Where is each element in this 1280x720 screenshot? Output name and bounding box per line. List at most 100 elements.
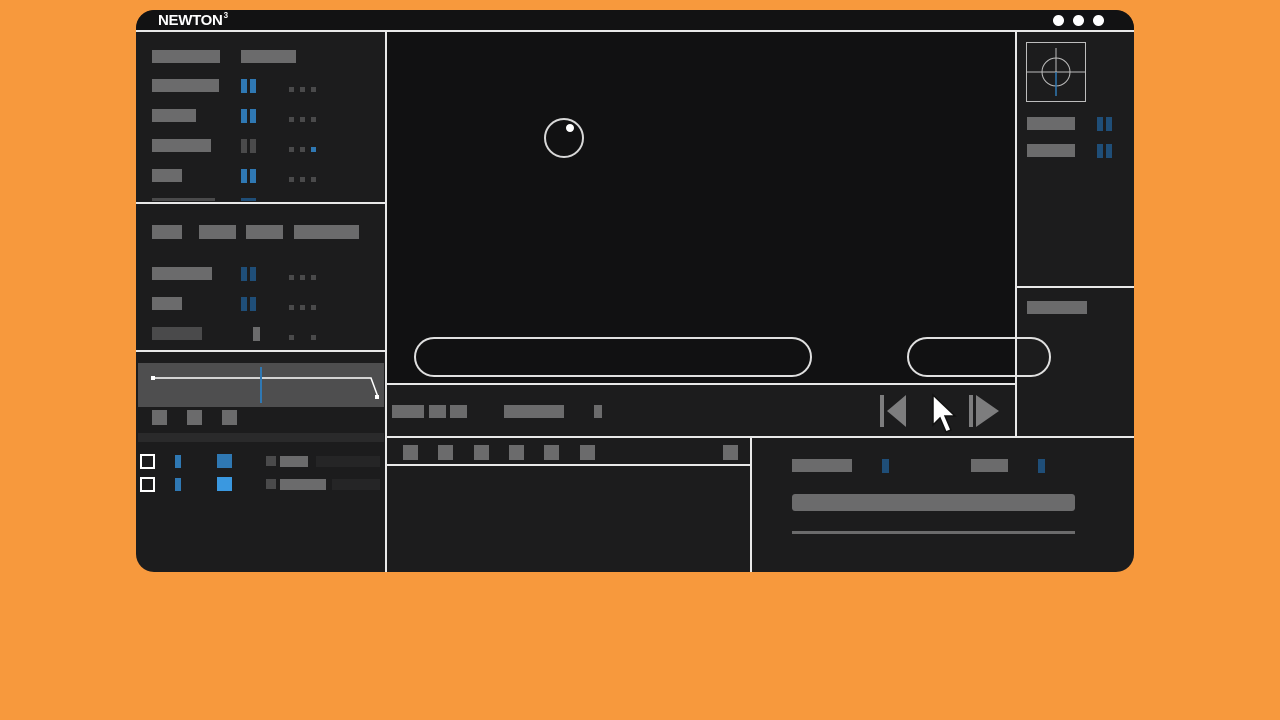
tool-button[interactable] bbox=[474, 445, 489, 460]
play-icon[interactable] bbox=[967, 393, 1001, 429]
window-dot-1[interactable] bbox=[1053, 15, 1064, 26]
app-version: 3 bbox=[223, 11, 228, 20]
stepper-dot[interactable] bbox=[289, 275, 294, 280]
stepper-dot[interactable] bbox=[289, 87, 294, 92]
layer-color-bar bbox=[175, 455, 181, 468]
stepper-dot[interactable] bbox=[300, 147, 305, 152]
prop-label-clipped bbox=[152, 198, 215, 201]
prop-value-bar[interactable] bbox=[1097, 144, 1103, 158]
status-field bbox=[504, 405, 564, 418]
prop-value-bar[interactable] bbox=[241, 297, 247, 311]
tab-item[interactable] bbox=[199, 225, 236, 239]
prop-value-bar[interactable] bbox=[250, 297, 256, 311]
status-field bbox=[392, 405, 424, 418]
right-panel-split bbox=[1017, 286, 1134, 288]
stepper-dot[interactable] bbox=[300, 87, 305, 92]
skip-back-icon[interactable] bbox=[878, 393, 910, 429]
prop-value-bar[interactable] bbox=[1106, 144, 1112, 158]
layer-name-track bbox=[332, 479, 380, 490]
prop-label bbox=[152, 297, 182, 310]
layer-name-track bbox=[316, 456, 380, 467]
prop-value-bar[interactable] bbox=[253, 327, 260, 341]
ground-platform-left[interactable] bbox=[414, 337, 812, 377]
ball-object[interactable] bbox=[544, 118, 584, 158]
bottom-left-toolbar-divider bbox=[387, 464, 752, 466]
prop-value-bar[interactable] bbox=[1038, 459, 1045, 473]
prop-value-bar[interactable] bbox=[241, 267, 247, 281]
window-dot-3[interactable] bbox=[1093, 15, 1104, 26]
prop-label bbox=[1027, 144, 1075, 157]
prop-value-bar[interactable] bbox=[241, 79, 247, 93]
prop-label bbox=[792, 459, 852, 472]
stepper-dot[interactable] bbox=[311, 117, 316, 122]
keyframe-button[interactable] bbox=[222, 410, 237, 425]
prop-value-bar[interactable] bbox=[241, 109, 247, 123]
stepper-dot[interactable] bbox=[300, 117, 305, 122]
prop-value-bar[interactable] bbox=[1106, 117, 1112, 131]
stepper-dot[interactable] bbox=[300, 305, 305, 310]
prop-value-bar[interactable] bbox=[250, 109, 256, 123]
layer-icon bbox=[266, 456, 276, 466]
stepper-dot[interactable] bbox=[311, 147, 316, 152]
ground-platform-right[interactable] bbox=[907, 337, 1051, 377]
stepper-dot[interactable] bbox=[311, 87, 316, 92]
status-field bbox=[450, 405, 467, 418]
layer-color-swatch[interactable] bbox=[217, 477, 232, 491]
layer-checkbox[interactable] bbox=[140, 477, 155, 492]
prop-value-clipped bbox=[241, 198, 256, 201]
tab-item[interactable] bbox=[294, 225, 359, 239]
tool-button[interactable] bbox=[509, 445, 524, 460]
layer-name bbox=[280, 479, 326, 490]
prop-value-bar[interactable] bbox=[250, 169, 256, 183]
tool-button[interactable] bbox=[723, 445, 738, 460]
title-bar: NEWTON3 bbox=[136, 10, 1134, 32]
target-crosshair-icon[interactable] bbox=[1026, 42, 1086, 102]
tool-button[interactable] bbox=[580, 445, 595, 460]
keyframe-timeline[interactable] bbox=[138, 363, 384, 407]
tab-item[interactable] bbox=[152, 225, 182, 239]
slider-track[interactable] bbox=[792, 531, 1075, 534]
keyframe-button[interactable] bbox=[187, 410, 202, 425]
prop-value-bar[interactable] bbox=[241, 169, 247, 183]
progress-bar[interactable] bbox=[792, 494, 1075, 511]
simulation-viewport[interactable] bbox=[387, 32, 1015, 384]
stepper-dot[interactable] bbox=[300, 275, 305, 280]
stepper-dot[interactable] bbox=[311, 335, 316, 340]
ball-highlight bbox=[566, 124, 574, 132]
stepper-dot[interactable] bbox=[311, 177, 316, 182]
tool-button[interactable] bbox=[438, 445, 453, 460]
prop-label bbox=[241, 50, 296, 63]
prop-value-bar[interactable] bbox=[241, 139, 247, 153]
layer-checkbox[interactable] bbox=[140, 454, 155, 469]
tab-item[interactable] bbox=[246, 225, 283, 239]
stepper-dot[interactable] bbox=[289, 117, 294, 122]
prop-label bbox=[152, 79, 219, 92]
cursor-arrow-icon bbox=[932, 393, 957, 433]
stepper-dot[interactable] bbox=[311, 305, 316, 310]
stepper-dot[interactable] bbox=[289, 335, 294, 340]
prop-value-bar[interactable] bbox=[250, 267, 256, 281]
layer-color-swatch[interactable] bbox=[217, 454, 232, 468]
keyframe-button[interactable] bbox=[152, 410, 167, 425]
layer-name bbox=[280, 456, 308, 467]
prop-label bbox=[1027, 117, 1075, 130]
keyframe-curve[interactable] bbox=[138, 363, 384, 407]
layer-icon bbox=[266, 479, 276, 489]
tool-button[interactable] bbox=[544, 445, 559, 460]
stepper-dot[interactable] bbox=[289, 177, 294, 182]
app-name: NEWTON bbox=[158, 12, 223, 29]
stepper-dot[interactable] bbox=[311, 275, 316, 280]
stepper-dot[interactable] bbox=[300, 177, 305, 182]
titlebar-divider bbox=[136, 30, 1134, 32]
prop-value-bar[interactable] bbox=[250, 139, 256, 153]
prop-label bbox=[152, 267, 212, 280]
stepper-dot[interactable] bbox=[289, 147, 294, 152]
prop-value-bar[interactable] bbox=[250, 79, 256, 93]
stepper-dot[interactable] bbox=[289, 305, 294, 310]
prop-label bbox=[971, 459, 1008, 472]
tool-button[interactable] bbox=[403, 445, 418, 460]
prop-label bbox=[152, 139, 211, 152]
prop-value-bar[interactable] bbox=[882, 459, 889, 473]
window-dot-2[interactable] bbox=[1073, 15, 1084, 26]
prop-value-bar[interactable] bbox=[1097, 117, 1103, 131]
